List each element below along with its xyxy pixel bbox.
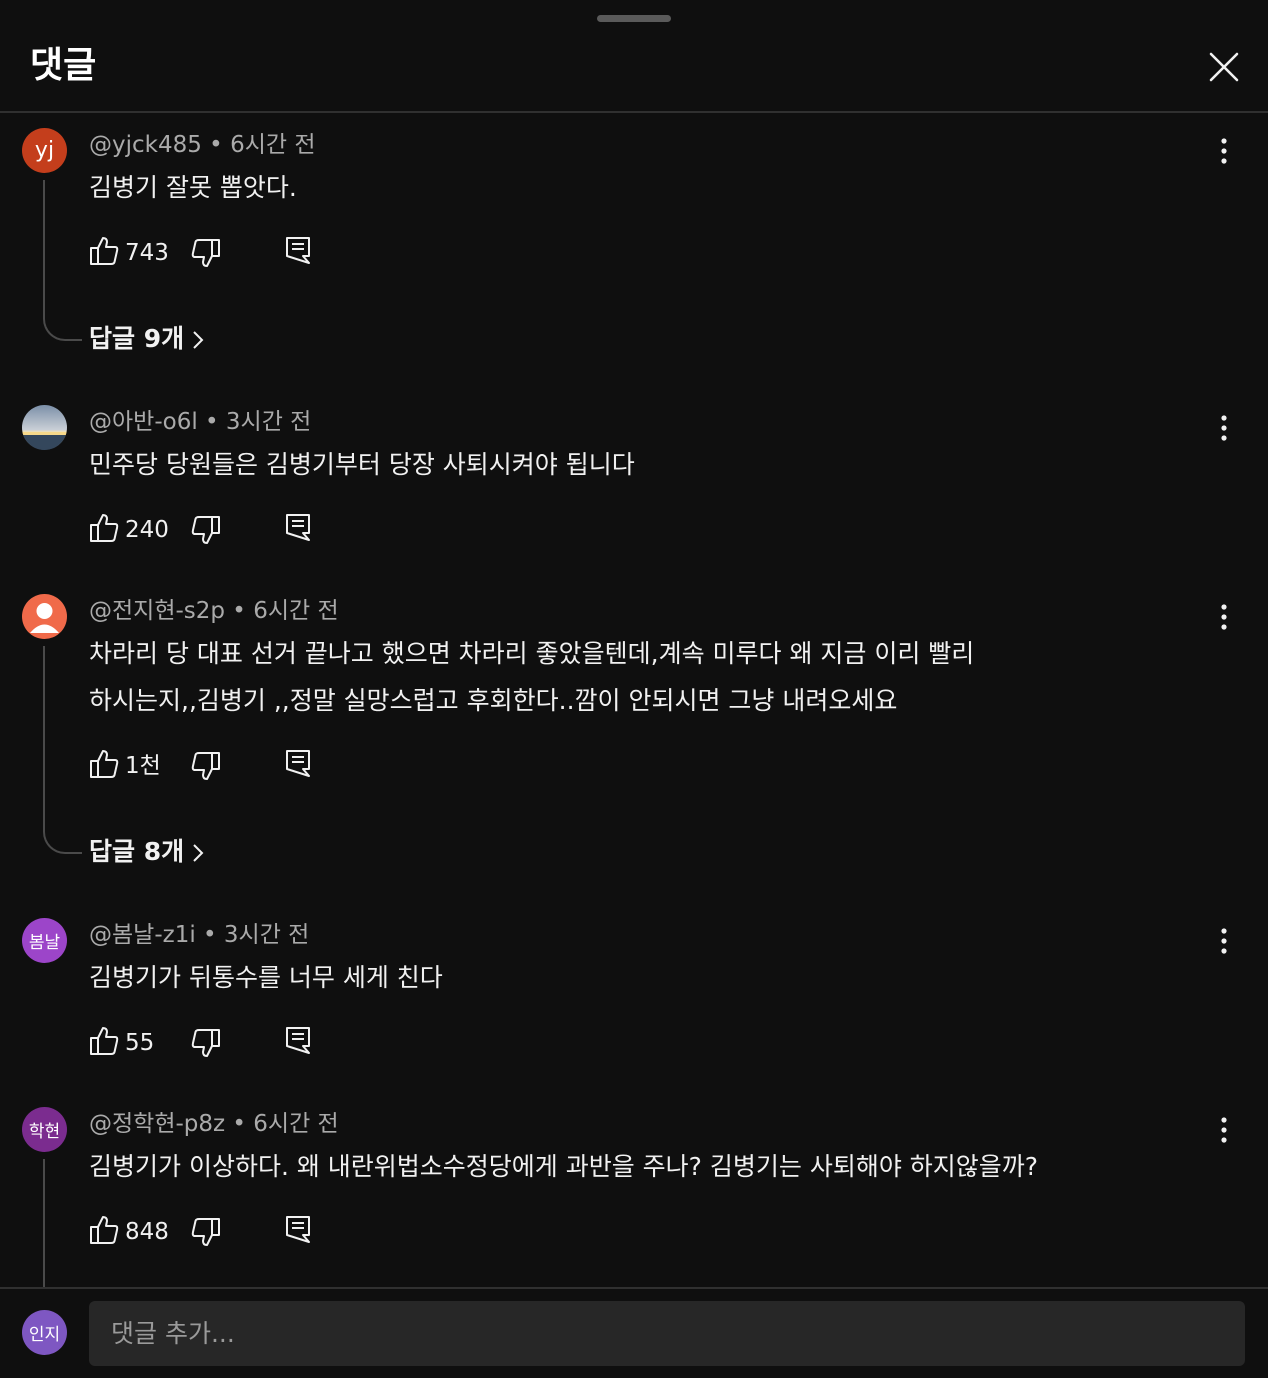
avatar-initials: yj (34, 138, 55, 163)
comment-actions: 743 (89, 235, 329, 271)
like-count: 55 (125, 1030, 155, 1056)
more-options-icon[interactable] (1210, 927, 1238, 955)
like-count: 1천 (125, 753, 161, 779)
comment-time: 6시간 전 (253, 598, 339, 624)
comment-meta: @전지현-s2p • 6시간 전 (89, 598, 339, 624)
like-icon[interactable] (89, 235, 119, 267)
close-icon[interactable] (1204, 47, 1244, 87)
reply-thread-line (43, 646, 82, 854)
comment-input[interactable] (89, 1301, 1245, 1366)
more-options-icon[interactable] (1210, 137, 1238, 165)
comment-author[interactable]: @아반-o6l (89, 409, 198, 435)
like-icon[interactable] (89, 512, 119, 544)
avatar-initials: 학현 (28, 1122, 61, 1142)
drag-handle[interactable] (597, 15, 671, 22)
user-avatar[interactable]: 인지 (22, 1310, 67, 1355)
comment-actions: 1천 (89, 748, 329, 784)
avatar[interactable] (22, 405, 67, 450)
like-count: 743 (125, 240, 169, 266)
comment-author[interactable]: @정학현-p8z (89, 1111, 225, 1137)
avatar[interactable]: 학현 (22, 1107, 67, 1152)
comment-text: 김병기가 뒤통수를 너무 세게 친다 (89, 963, 443, 992)
chevron-right-icon (192, 843, 204, 863)
like-icon[interactable] (89, 1214, 119, 1246)
replies-label: 답글 8개 (89, 837, 185, 866)
like-count: 240 (125, 517, 169, 543)
more-options-icon[interactable] (1210, 603, 1238, 631)
more-options-icon[interactable] (1210, 1116, 1238, 1144)
comment-time: 3시간 전 (225, 409, 312, 435)
dislike-icon[interactable] (191, 1027, 221, 1059)
dislike-icon[interactable] (191, 514, 221, 546)
like-count: 848 (125, 1219, 169, 1245)
dislike-icon[interactable] (191, 750, 221, 782)
default-person-icon (30, 603, 59, 633)
reply-icon[interactable] (285, 1025, 311, 1055)
dislike-icon[interactable] (191, 1216, 221, 1248)
comment-actions: 55 (89, 1025, 329, 1061)
comment-time: 3시간 전 (223, 922, 310, 948)
dislike-icon[interactable] (191, 237, 221, 269)
like-icon[interactable] (89, 748, 119, 780)
comment-actions: 848 (89, 1214, 329, 1250)
avatar[interactable]: 봄날 (22, 918, 67, 963)
view-replies-link[interactable]: 답글 8개 (89, 835, 204, 869)
reply-icon[interactable] (285, 748, 311, 778)
reply-thread-line (43, 1159, 45, 1287)
view-replies-link[interactable]: 답글 9개 (89, 322, 204, 356)
replies-label: 답글 9개 (89, 324, 185, 353)
comment-text: 김병기 잘못 뽑앗다. (89, 173, 297, 202)
like-icon[interactable] (89, 1025, 119, 1057)
avatar-initials: 봄날 (28, 933, 61, 953)
reply-icon[interactable] (285, 1214, 311, 1244)
comment-time: 6시간 전 (253, 1111, 339, 1137)
comment-meta: @yjck485 • 6시간 전 (89, 132, 316, 158)
comment-text-line: 하시는지,,김병기 ,,정말 실망스럽고 후회한다..깜이 안되시면 그냥 내려… (89, 686, 898, 715)
avatar-initials: 인지 (28, 1325, 61, 1345)
comment-meta: @아반-o6l • 3시간 전 (89, 409, 312, 435)
comment-meta: @정학현-p8z • 6시간 전 (89, 1111, 339, 1137)
avatar[interactable]: yj (22, 128, 67, 173)
comment-text: 김병기가 이상하다. 왜 내란위법소수정당에게 과반을 주나? 김병기는 사퇴해… (89, 1152, 1039, 1181)
comment-time: 6시간 전 (230, 132, 316, 158)
sunset-photo (22, 405, 67, 450)
comment-text: 민주당 당원들은 김병기부터 당장 사퇴시켜야 됩니다 (89, 450, 635, 479)
reply-icon[interactable] (285, 235, 311, 265)
comment-text-line: 차라리 당 대표 선거 끝나고 했으면 차라리 좋았을텐데,계속 미루다 왜 지… (89, 639, 975, 668)
page-title: 댓글 (30, 45, 97, 86)
chevron-right-icon (192, 330, 204, 350)
reply-thread-line (43, 180, 82, 341)
header-divider (0, 111, 1268, 113)
comment-author[interactable]: @전지현-s2p (89, 598, 225, 624)
avatar[interactable] (22, 594, 67, 639)
comment-meta: @봄날-z1i • 3시간 전 (89, 922, 310, 948)
comment-author[interactable]: @봄날-z1i (89, 922, 196, 948)
reply-icon[interactable] (285, 512, 311, 542)
more-options-icon[interactable] (1210, 414, 1238, 442)
comment-actions: 240 (89, 512, 329, 548)
comment-author[interactable]: @yjck485 (89, 132, 202, 158)
